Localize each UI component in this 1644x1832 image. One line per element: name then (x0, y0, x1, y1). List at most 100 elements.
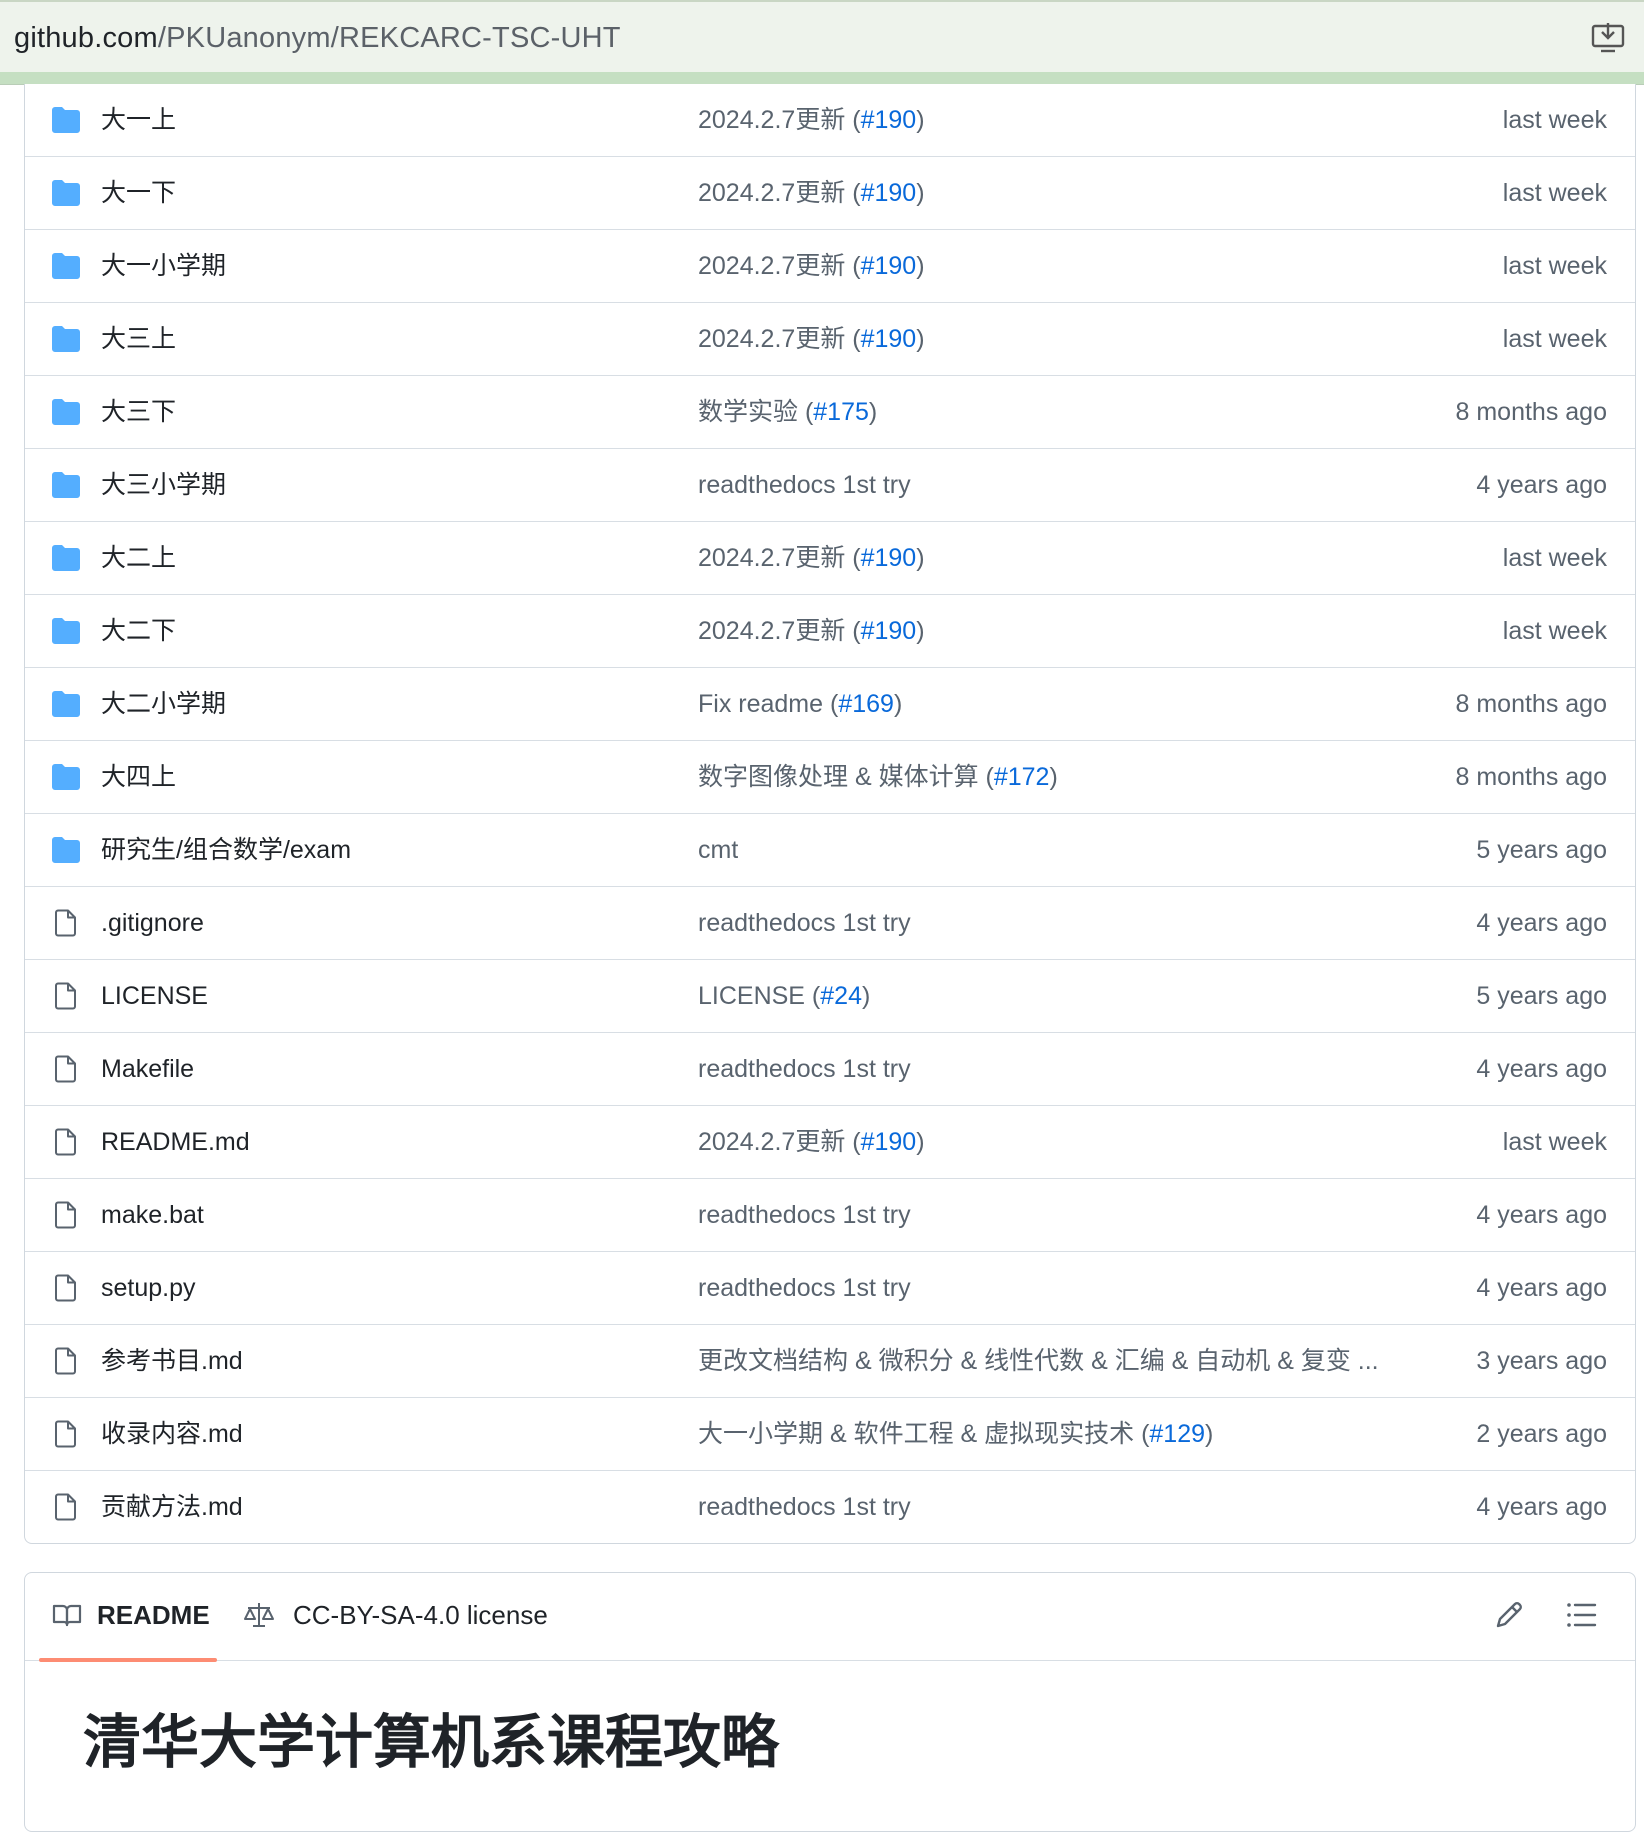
table-row[interactable]: LICENSE LICENSE (#24) 5 years ago (25, 960, 1635, 1033)
commit-message-text[interactable]: 2024.2.7更新 ( (698, 1128, 861, 1156)
table-row[interactable]: 大三下 数学实验 (#175) 8 months ago (25, 376, 1635, 449)
folder-link[interactable]: 大三上 (101, 322, 176, 356)
folder-link[interactable]: 大二下 (101, 614, 176, 648)
folder-link[interactable]: 大一上 (101, 103, 176, 137)
commit-message-text[interactable]: readthedocs 1st try (698, 909, 911, 937)
table-row[interactable]: Makefile readthedocs 1st try 4 years ago (25, 1033, 1635, 1106)
pull-request-link[interactable]: #24 (820, 982, 862, 1010)
folder-link[interactable]: 大一小学期 (101, 249, 226, 283)
table-row[interactable]: 大一上 2024.2.7更新 (#190) last week (25, 84, 1635, 157)
install-app-icon[interactable] (1590, 20, 1626, 56)
folder-link[interactable]: 大二上 (101, 541, 176, 575)
commit-message-text[interactable]: 更改文档结构 & 微积分 & 线性代数 & 汇编 & 自动机 & 复变 ... (698, 1347, 1379, 1375)
table-row[interactable]: 研究生/组合数学/exam cmt 5 years ago (25, 814, 1635, 887)
folder-link[interactable]: 大三小学期 (101, 468, 226, 502)
commit-message[interactable]: LICENSE (#24) (698, 979, 870, 1013)
pull-request-link[interactable]: #169 (838, 690, 894, 718)
table-row[interactable]: 大四上 数字图像处理 & 媒体计算 (#172) 8 months ago (25, 741, 1635, 814)
commit-message[interactable]: readthedocs 1st try (698, 1271, 911, 1305)
file-link[interactable]: README.md (101, 1125, 250, 1159)
file-link[interactable]: 收录内容.md (101, 1417, 243, 1451)
folder-icon (51, 836, 81, 864)
commit-message[interactable]: readthedocs 1st try (698, 468, 911, 502)
folder-link[interactable]: 大四上 (101, 760, 176, 794)
table-row[interactable]: 大二下 2024.2.7更新 (#190) last week (25, 595, 1635, 668)
file-link[interactable]: 参考书目.md (101, 1344, 243, 1378)
folder-link[interactable]: 大三下 (101, 395, 176, 429)
commit-message-text[interactable]: readthedocs 1st try (698, 1493, 911, 1521)
file-link[interactable]: Makefile (101, 1052, 194, 1086)
pull-request-link[interactable]: #190 (861, 617, 917, 645)
commit-message-text[interactable]: Fix readme ( (698, 690, 838, 718)
commit-message-text[interactable]: 2024.2.7更新 ( (698, 617, 861, 645)
commit-message[interactable]: 数学实验 (#175) (698, 395, 877, 429)
pull-request-link[interactable]: #190 (861, 1128, 917, 1156)
pull-request-link[interactable]: #190 (861, 252, 917, 280)
commit-message-text[interactable]: readthedocs 1st try (698, 471, 911, 499)
table-row[interactable]: 大二小学期 Fix readme (#169) 8 months ago (25, 668, 1635, 741)
commit-message-text[interactable]: LICENSE ( (698, 982, 820, 1010)
pull-request-link[interactable]: #190 (861, 544, 917, 572)
commit-message-text[interactable]: 2024.2.7更新 ( (698, 106, 861, 134)
list-unordered-icon[interactable] (1561, 1595, 1601, 1635)
file-link[interactable]: LICENSE (101, 979, 208, 1013)
commit-message[interactable]: 2024.2.7更新 (#190) (698, 541, 925, 575)
table-row[interactable]: 收录内容.md 大一小学期 & 软件工程 & 虚拟现实技术 (#129) 2 yea… (25, 1398, 1635, 1471)
pull-request-link[interactable]: #129 (1149, 1420, 1205, 1448)
commit-message[interactable]: 2024.2.7更新 (#190) (698, 322, 925, 356)
file-link[interactable]: make.bat (101, 1198, 204, 1232)
commit-message-text[interactable]: 2024.2.7更新 ( (698, 252, 861, 280)
commit-message[interactable]: 更改文档结构 & 微积分 & 线性代数 & 汇编 & 自动机 & 复变 ... (698, 1344, 1379, 1378)
commit-message[interactable]: Fix readme (#169) (698, 687, 902, 721)
file-link[interactable]: setup.py (101, 1271, 196, 1305)
folder-link[interactable]: 大二小学期 (101, 687, 226, 721)
table-row[interactable]: setup.py readthedocs 1st try 4 years ago (25, 1252, 1635, 1325)
commit-message[interactable]: 2024.2.7更新 (#190) (698, 1125, 925, 1159)
commit-message-text[interactable]: 数学实验 ( (698, 398, 813, 426)
commit-message[interactable]: 2024.2.7更新 (#190) (698, 614, 925, 648)
commit-message[interactable]: readthedocs 1st try (698, 1490, 911, 1524)
table-row[interactable]: make.bat readthedocs 1st try 4 years ago (25, 1179, 1635, 1252)
commit-message[interactable]: readthedocs 1st try (698, 1052, 911, 1086)
url-text[interactable]: github.com/PKUanonym/REKCARC-TSC-UHT (14, 20, 621, 56)
commit-message[interactable]: 数字图像处理 & 媒体计算 (#172) (698, 760, 1058, 794)
table-row[interactable]: 大三上 2024.2.7更新 (#190) last week (25, 303, 1635, 376)
commit-message-text[interactable]: readthedocs 1st try (698, 1055, 911, 1083)
file-link[interactable]: 贡献方法.md (101, 1490, 243, 1524)
table-row[interactable]: 大二上 2024.2.7更新 (#190) last week (25, 522, 1635, 595)
commit-message-text[interactable]: 大一小学期 & 软件工程 & 虚拟现实技术 ( (698, 1420, 1149, 1448)
table-row[interactable]: README.md 2024.2.7更新 (#190) last week (25, 1106, 1635, 1179)
commit-message[interactable]: 2024.2.7更新 (#190) (698, 176, 925, 210)
commit-message-text[interactable]: 2024.2.7更新 ( (698, 544, 861, 572)
folder-link[interactable]: 大一下 (101, 176, 176, 210)
pull-request-link[interactable]: #190 (861, 106, 917, 134)
commit-message-text[interactable]: 2024.2.7更新 ( (698, 179, 861, 207)
commit-message-text[interactable]: cmt (698, 836, 738, 864)
commit-message-text[interactable]: readthedocs 1st try (698, 1274, 911, 1302)
table-row[interactable]: 大三小学期 readthedocs 1st try 4 years ago (25, 449, 1635, 522)
table-row[interactable]: 大一小学期 2024.2.7更新 (#190) last week (25, 230, 1635, 303)
pull-request-link[interactable]: #175 (813, 398, 869, 426)
tab-readme[interactable]: README (39, 1573, 217, 1662)
folder-link[interactable]: 研究生/组合数学/exam (101, 833, 351, 867)
pull-request-link[interactable]: #190 (861, 179, 917, 207)
commit-message[interactable]: 2024.2.7更新 (#190) (698, 249, 925, 283)
commit-message[interactable]: cmt (698, 833, 738, 867)
commit-message[interactable]: readthedocs 1st try (698, 906, 911, 940)
table-row[interactable]: .gitignore readthedocs 1st try 4 years ago (25, 887, 1635, 960)
commit-message[interactable]: readthedocs 1st try (698, 1198, 911, 1232)
commit-message[interactable]: 2024.2.7更新 (#190) (698, 103, 925, 137)
browser-url-bar[interactable]: github.com/PKUanonym/REKCARC-TSC-UHT (0, 0, 1644, 74)
commit-message-text[interactable]: 2024.2.7更新 ( (698, 325, 861, 353)
pull-request-link[interactable]: #190 (861, 325, 917, 353)
commit-message-text[interactable]: 数字图像处理 & 媒体计算 ( (698, 763, 994, 791)
table-row[interactable]: 贡献方法.md readthedocs 1st try 4 years ago (25, 1471, 1635, 1543)
pull-request-link[interactable]: #172 (994, 763, 1050, 791)
commit-message[interactable]: 大一小学期 & 软件工程 & 虚拟现实技术 (#129) (698, 1417, 1213, 1451)
commit-message-text[interactable]: readthedocs 1st try (698, 1201, 911, 1229)
table-row[interactable]: 参考书目.md 更改文档结构 & 微积分 & 线性代数 & 汇编 & 自动机 & … (25, 1325, 1635, 1398)
tab-license[interactable]: CC-BY-SA-4.0 license (243, 1573, 583, 1661)
table-row[interactable]: 大一下 2024.2.7更新 (#190) last week (25, 157, 1635, 230)
pencil-icon[interactable] (1489, 1595, 1529, 1635)
file-link[interactable]: .gitignore (101, 906, 204, 940)
